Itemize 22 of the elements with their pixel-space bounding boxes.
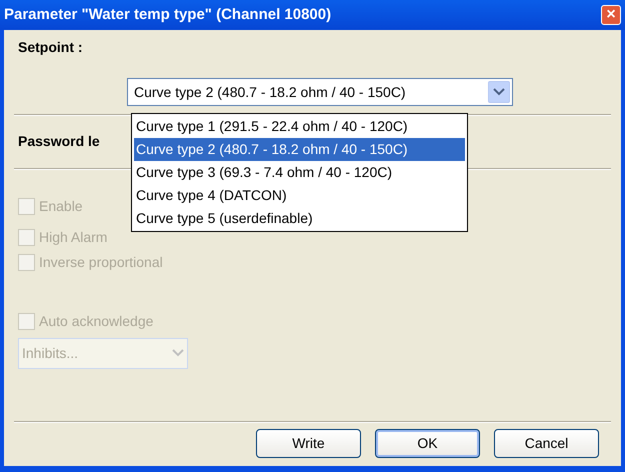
dropdown-option[interactable]: Curve type 4 (DATCON): [134, 184, 465, 207]
dropdown-option[interactable]: Curve type 3 (69.3 - 7.4 ohm / 40 - 120C): [134, 161, 465, 184]
password-label: Password le: [18, 133, 100, 149]
dropdown-value: Curve type 2 (480.7 - 18.2 ohm / 40 - 150C): [134, 82, 406, 102]
dropdown-option[interactable]: Curve type 5 (userdefinable): [134, 207, 465, 230]
dialog-button[interactable]: OK: [375, 429, 480, 458]
checkbox-label: Enable: [39, 197, 83, 216]
checkbox-label: High Alarm: [39, 228, 108, 247]
dropdown-option[interactable]: Curve type 1 (291.5 - 22.4 ohm / 40 - 120C): [134, 115, 465, 138]
window-title: Parameter "Water temp type" (Channel 10800): [4, 4, 332, 25]
curve-dropdown[interactable]: Curve type 2 (480.7 - 18.2 ohm / 40 - 150C): [127, 78, 513, 106]
dropdown-value: Inhibits...: [22, 344, 78, 362]
setpoint-label: Setpoint :: [18, 38, 84, 57]
caret-icon: [172, 349, 184, 357]
checkbox-label: Auto acknowledge: [39, 312, 154, 331]
dialog-button[interactable]: Cancel: [494, 429, 599, 458]
dropdown-button[interactable]: [488, 81, 510, 103]
dropdown-option[interactable]: Curve type 2 (480.7 - 18.2 ohm / 40 - 150C): [134, 138, 465, 161]
checkbox-label: Inverse proportional: [39, 253, 163, 272]
caret-icon: [493, 88, 505, 96]
dialog-button[interactable]: Write: [256, 429, 361, 458]
close-button[interactable]: ×: [601, 5, 621, 25]
